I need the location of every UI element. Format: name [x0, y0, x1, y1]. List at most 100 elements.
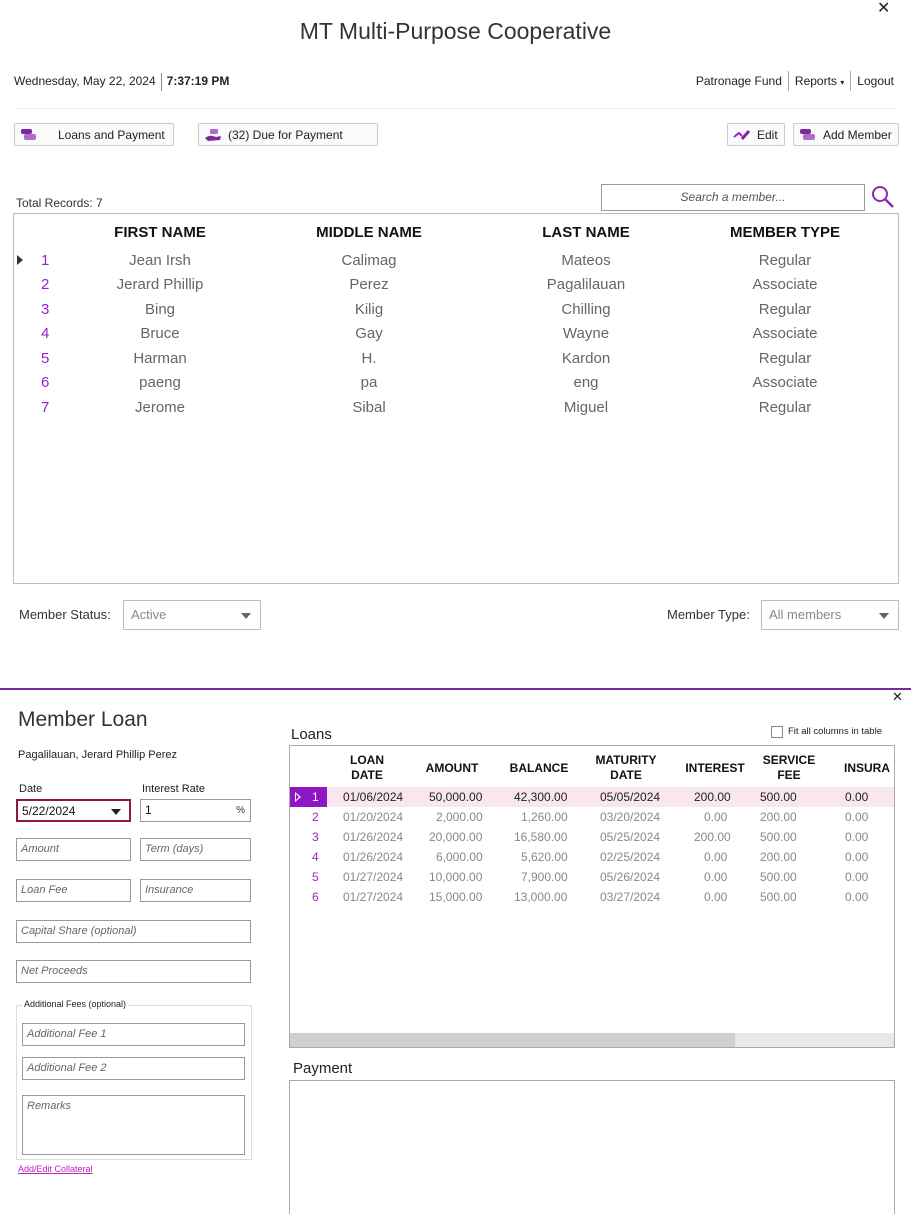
- member-type: Associate: [752, 374, 818, 391]
- maturity-date: 03/20/2024: [600, 810, 661, 824]
- table-row[interactable]: 1 01/06/2024 50,000.00 42,300.00 05/05/2…: [290, 787, 894, 807]
- loan-balance: 16,580.00: [514, 830, 568, 844]
- additional-fee-1-input[interactable]: Additional Fee 1: [22, 1023, 245, 1046]
- member-status-select[interactable]: Active: [123, 600, 261, 630]
- last-name: eng: [573, 374, 599, 391]
- term-input[interactable]: Term (days): [140, 838, 251, 861]
- middle-name: Sibal: [352, 399, 386, 416]
- search-icon[interactable]: [871, 185, 895, 214]
- table-row[interactable]: 4 01/26/2024 6,000.00 5,620.00 02/25/202…: [290, 847, 894, 867]
- amount-input[interactable]: Amount: [16, 838, 131, 861]
- column-header[interactable]: MATURITY DATE: [590, 753, 662, 783]
- loan-interest: 200.00: [694, 830, 731, 844]
- close-icon[interactable]: ✕: [892, 689, 903, 705]
- row-number: 5: [312, 870, 319, 884]
- percent-sign: %: [236, 805, 245, 816]
- column-header[interactable]: MIDDLE NAME: [309, 224, 429, 241]
- loans-and-payment-button[interactable]: Loans and Payment: [14, 123, 174, 146]
- members-table[interactable]: FIRST NAME MIDDLE NAME LAST NAME MEMBER …: [13, 213, 899, 584]
- due-for-payment-button[interactable]: (32) Due for Payment: [198, 123, 378, 146]
- table-row[interactable]: 2 01/20/2024 2,000.00 1,260.00 03/20/202…: [290, 807, 894, 827]
- loan-balance: 1,260.00: [521, 810, 568, 824]
- hand-money-icon: [204, 128, 222, 142]
- loan-interest: 0.00: [704, 850, 728, 864]
- row-marker-icon: [17, 255, 23, 265]
- loan-interest: 0.00: [704, 810, 728, 824]
- insurance: 0.00: [845, 850, 869, 864]
- row-number: 1: [312, 790, 319, 804]
- column-header[interactable]: LOAN DATE: [342, 753, 392, 783]
- last-name: Wayne: [562, 325, 610, 342]
- member-type-select[interactable]: All members: [761, 600, 899, 630]
- row-number: 2: [312, 810, 319, 824]
- table-row[interactable]: 6 01/27/2024 15,000.00 13,000.00 03/27/2…: [290, 887, 894, 907]
- first-name: Bing: [144, 301, 176, 318]
- table-row[interactable]: 3 Bing Kilig Chilling Regular: [14, 298, 898, 322]
- date-label: Date: [19, 783, 43, 795]
- loan-date: 01/27/2024: [343, 890, 404, 904]
- member-type: Regular: [758, 252, 812, 269]
- insurance-input[interactable]: Insurance: [140, 879, 251, 902]
- chevron-down-icon: [241, 613, 251, 619]
- header-line: LOAN: [350, 753, 384, 767]
- table-row[interactable]: 4 Bruce Gay Wayne Associate: [14, 322, 898, 346]
- patronage-fund-link[interactable]: Patronage Fund: [696, 72, 782, 90]
- additional-fees-label: Additional Fees (optional): [22, 999, 129, 1009]
- add-member-button[interactable]: Add Member: [793, 123, 899, 146]
- table-row[interactable]: 3 01/26/2024 20,000.00 16,580.00 05/25/2…: [290, 827, 894, 847]
- last-name: Pagalilauan: [546, 276, 626, 293]
- member-status-value: Active: [131, 607, 167, 622]
- column-header[interactable]: FIRST NAME: [110, 224, 210, 241]
- column-header[interactable]: INSURA: [844, 761, 894, 776]
- table-row[interactable]: 2 Jerard Phillip Perez Pagalilauan Assoc…: [14, 273, 898, 297]
- first-name: Jean Irsh: [129, 252, 191, 269]
- column-header[interactable]: MEMBER TYPE: [725, 224, 845, 241]
- last-name: Kardon: [561, 350, 611, 367]
- close-icon[interactable]: ✕: [877, 0, 890, 18]
- logout-link[interactable]: Logout: [857, 72, 894, 90]
- insurance: 0.00: [845, 830, 869, 844]
- table-row[interactable]: 6 paeng pa eng Associate: [14, 371, 898, 395]
- loan-interest: 0.00: [704, 890, 728, 904]
- fit-columns-checkbox[interactable]: [771, 726, 783, 738]
- capital-share-input[interactable]: Capital Share (optional): [16, 920, 251, 943]
- loan-amount: 6,000.00: [436, 850, 483, 864]
- edit-button[interactable]: Edit: [727, 123, 785, 146]
- loan-date: 01/20/2024: [343, 810, 404, 824]
- loan-amount: 2,000.00: [436, 810, 483, 824]
- date-picker[interactable]: 5/22/2024: [16, 799, 131, 822]
- header-line: FEE: [777, 768, 801, 782]
- last-name: Mateos: [561, 252, 611, 269]
- header-line: DATE: [351, 768, 383, 782]
- service-fee: 200.00: [760, 810, 797, 824]
- pencil-icon: [733, 129, 751, 141]
- column-header[interactable]: LAST NAME: [526, 224, 646, 241]
- column-header[interactable]: SERVICE FEE: [756, 753, 822, 783]
- column-header[interactable]: BALANCE: [504, 761, 574, 776]
- table-row[interactable]: 7 Jerome Sibal Miguel Regular: [14, 396, 898, 420]
- row-number: 1: [41, 252, 50, 269]
- loans-table[interactable]: LOAN DATE AMOUNT BALANCE MATURITY DATE INT…: [289, 745, 895, 1048]
- net-proceeds-input[interactable]: Net Proceeds: [16, 960, 251, 983]
- insurance: 0.00: [845, 890, 869, 904]
- scrollbar-thumb[interactable]: [290, 1033, 735, 1047]
- loan-amount: 20,000.00: [429, 830, 483, 844]
- interest-rate-input[interactable]: 1 %: [140, 799, 251, 822]
- payment-table[interactable]: [289, 1080, 895, 1214]
- table-row[interactable]: 1 Jean Irsh Calimag Mateos Regular: [14, 249, 898, 273]
- add-edit-collateral-link[interactable]: Add/Edit Collateral: [18, 1164, 93, 1174]
- column-header[interactable]: INTEREST: [679, 761, 751, 776]
- loan-fee-input[interactable]: Loan Fee: [16, 879, 131, 902]
- column-header[interactable]: AMOUNT: [418, 761, 486, 776]
- reports-menu[interactable]: Reports ▾: [795, 72, 844, 90]
- money-stack-icon: [20, 128, 38, 142]
- additional-fee-2-input[interactable]: Additional Fee 2: [22, 1057, 245, 1080]
- remarks-input[interactable]: Remarks: [22, 1095, 245, 1155]
- first-name: paeng: [139, 374, 181, 391]
- search-input[interactable]: Search a member...: [601, 184, 865, 211]
- first-name: Bruce: [140, 325, 180, 342]
- table-row[interactable]: 5 Harman H. Kardon Regular: [14, 347, 898, 371]
- add-member-label: Add Member: [823, 127, 892, 142]
- table-row[interactable]: 5 01/27/2024 10,000.00 7,900.00 05/26/20…: [290, 867, 894, 887]
- horizontal-scrollbar[interactable]: [290, 1033, 894, 1047]
